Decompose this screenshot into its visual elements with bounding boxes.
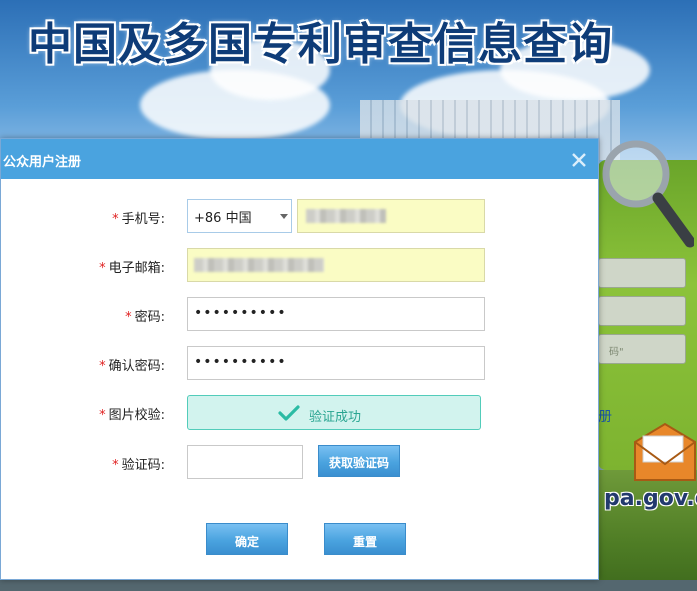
- password-label: * 密码:: [0, 306, 165, 325]
- required-mark: *: [125, 310, 132, 325]
- dropdown-caret-icon: [280, 214, 288, 219]
- magnifier-icon: [602, 140, 694, 248]
- phone-input[interactable]: [297, 199, 485, 233]
- login-field-hint: 码": [609, 347, 624, 358]
- dialog-header: 公众用户注册: [1, 139, 598, 179]
- confirm-button[interactable]: 确定: [206, 523, 288, 555]
- close-icon[interactable]: [569, 150, 589, 170]
- background-strip: [0, 580, 697, 591]
- get-sms-code-button[interactable]: 获取验证码: [318, 445, 400, 477]
- redacted-email: [194, 258, 324, 272]
- email-input[interactable]: [187, 248, 485, 282]
- sms-code-input[interactable]: [187, 445, 303, 479]
- confirm-password-label: * 确认密码:: [0, 355, 165, 374]
- country-code-select[interactable]: +86 中国: [187, 199, 292, 233]
- login-field-username[interactable]: [598, 258, 686, 288]
- reset-button[interactable]: 重置: [324, 523, 406, 555]
- captcha-verify-box[interactable]: 验证成功: [187, 395, 481, 430]
- required-mark: *: [99, 408, 106, 423]
- country-code-value: +86 中国: [194, 211, 252, 226]
- password-input[interactable]: ••••••••••: [187, 297, 485, 331]
- image-captcha-label: * 图片校验:: [0, 404, 165, 423]
- required-mark: *: [112, 212, 119, 227]
- sms-code-label: * 验证码:: [0, 454, 165, 473]
- register-link[interactable]: 册: [598, 406, 612, 426]
- image-captcha-label-text: 图片校验:: [108, 408, 165, 423]
- captcha-status-text: 验证成功: [309, 410, 362, 425]
- redacted-phone: [306, 209, 386, 223]
- dialog-title: 公众用户注册: [3, 155, 82, 170]
- checkmark-icon: [278, 405, 300, 421]
- sms-code-label-text: 验证码:: [121, 458, 165, 473]
- email-label-text: 电子邮箱:: [108, 261, 165, 276]
- login-field-password[interactable]: [598, 296, 686, 326]
- confirm-password-input[interactable]: ••••••••••: [187, 346, 485, 380]
- confirm-password-label-text: 确认密码:: [108, 359, 165, 374]
- site-domain: pa.gov.cn: [604, 486, 697, 511]
- required-mark: *: [99, 359, 106, 374]
- phone-label: * 手机号:: [0, 208, 165, 227]
- required-mark: *: [99, 261, 106, 276]
- phone-label-text: 手机号:: [121, 212, 165, 227]
- login-field-captcha[interactable]: 码": [598, 334, 686, 364]
- mail-icon: [634, 422, 696, 481]
- email-label: * 电子邮箱:: [0, 257, 165, 276]
- password-label-text: 密码:: [134, 310, 165, 325]
- site-title: 中国及多国专利审查信息查询: [28, 19, 613, 70]
- required-mark: *: [112, 458, 119, 473]
